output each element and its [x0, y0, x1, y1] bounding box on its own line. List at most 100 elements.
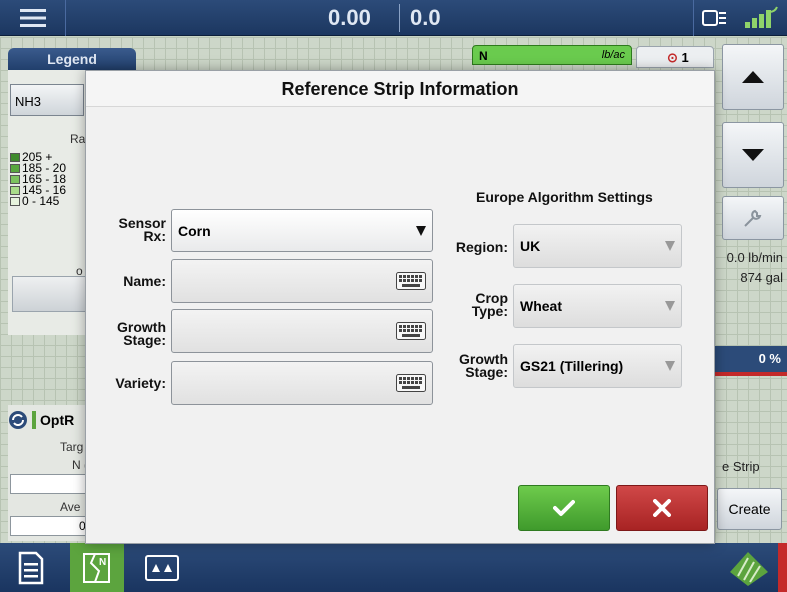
split-view-button[interactable] — [135, 543, 189, 592]
crop-type-label: Crop Type: — [446, 291, 508, 319]
tank-volume: 874 gal — [740, 270, 783, 285]
accept-button[interactable] — [518, 485, 610, 531]
eu-growth-stage-value: GS21 (Tillering) — [520, 358, 624, 374]
crop-type-select[interactable]: Wheat — [513, 284, 682, 328]
sync-icon — [9, 411, 27, 429]
arrow-down-icon — [742, 149, 764, 161]
gps-signal-icon — [745, 6, 779, 28]
wrench-icon — [744, 209, 762, 227]
n-rate-tab[interactable]: N lb/ac — [472, 45, 632, 65]
dropdown-caret-icon — [665, 241, 675, 251]
legend-list: 205 + 185 - 20 165 - 18 145 - 16 0 - 145 — [10, 152, 86, 207]
region-label: Region: — [455, 239, 508, 255]
eu-growth-stage-label-line2: Stage: — [465, 364, 508, 380]
field-map-button[interactable]: N — [70, 543, 124, 592]
alert-tab[interactable]: ⊙ 1 — [636, 46, 714, 68]
crop-field-icon — [730, 551, 768, 586]
reports-button[interactable] — [4, 543, 58, 592]
arrow-up-icon — [742, 71, 764, 83]
display-icon — [701, 10, 726, 26]
left-panel-button[interactable] — [12, 276, 86, 312]
dropdown-caret-icon — [665, 361, 675, 371]
legend-swatch — [10, 186, 20, 195]
alert-count: 1 — [681, 50, 689, 65]
field-north-icon: N — [83, 552, 110, 583]
dropdown-caret-icon — [416, 225, 426, 236]
eu-growth-stage-select[interactable]: GS21 (Tillering) — [513, 344, 682, 388]
legend-swatch — [10, 197, 20, 206]
region-select[interactable]: UK — [513, 224, 682, 268]
legend-item: 0 - 145 — [10, 196, 86, 207]
strip-label: e Strip — [722, 459, 760, 474]
legend-swatch — [10, 175, 20, 184]
legend-item: 185 - 20 — [10, 163, 86, 174]
svg-text:N: N — [99, 557, 106, 568]
optrx-header: OptR — [8, 410, 74, 430]
close-icon — [653, 499, 671, 517]
legend-item-label: 185 - 20 — [22, 163, 67, 174]
optrx-target-box — [10, 474, 90, 494]
region-value: UK — [520, 238, 541, 254]
optrx-average-box: 0 — [10, 516, 90, 536]
name-label: Name: — [123, 273, 166, 289]
legend-tab[interactable]: Legend — [8, 48, 136, 70]
top-status-bar: 0.00 0.0 — [0, 0, 787, 36]
sensor-rx-label-line2: Rx: — [143, 228, 166, 244]
europe-algorithm-heading: Europe Algorithm Settings — [476, 189, 653, 205]
keyboard-icon[interactable] — [396, 272, 426, 290]
cancel-button[interactable] — [616, 485, 708, 531]
variety-field[interactable] — [171, 361, 433, 405]
field-operations-button[interactable] — [722, 543, 776, 592]
top-divider — [399, 4, 400, 32]
legend-item-label: 145 - 16 — [22, 185, 67, 196]
dropdown-caret-icon — [665, 301, 675, 311]
eu-growth-stage-label: Growth Stage: — [446, 352, 508, 380]
product-button[interactable]: NH3 — [10, 84, 84, 116]
legend-item-label: 165 - 18 — [22, 174, 67, 185]
percent-bar-red — [714, 372, 787, 376]
legend-item: 205 + — [10, 152, 86, 163]
optrx-target-label: Targ — [60, 440, 84, 454]
legend-item: 165 - 18 — [10, 174, 86, 185]
crop-type-label-line2: Type: — [471, 303, 508, 319]
n-tab-label: N — [479, 49, 488, 63]
gps-status-area[interactable] — [693, 0, 787, 36]
menu-button[interactable] — [0, 0, 66, 36]
settings-wrench-button[interactable] — [722, 196, 784, 240]
scroll-down-button[interactable] — [722, 122, 784, 188]
variety-label: Variety: — [115, 375, 166, 391]
document-icon — [18, 551, 44, 584]
keyboard-icon[interactable] — [396, 374, 426, 392]
menu-icon — [19, 9, 46, 27]
alert-icon: ⊙ — [667, 50, 678, 65]
checkmark-icon — [553, 500, 575, 516]
split-view-icon — [145, 554, 179, 581]
name-field[interactable] — [171, 259, 433, 303]
legend-item-label: 205 + — [22, 152, 53, 163]
growth-stage-field[interactable] — [171, 309, 433, 353]
scroll-up-button[interactable] — [722, 44, 784, 110]
crop-type-value: Wheat — [520, 298, 562, 314]
optrx-average-label: Ave — [60, 500, 81, 514]
sensor-rx-value: Corn — [178, 222, 211, 239]
sensor-rx-select[interactable]: Corn — [171, 209, 433, 252]
sensor-rx-label: Sensor Rx: — [112, 216, 166, 244]
optrx-status-bar — [32, 411, 36, 429]
legend-swatch — [10, 164, 20, 173]
legend-item: 145 - 16 — [10, 185, 86, 196]
reference-strip-dialog: Reference Strip Information Sensor Rx: C… — [85, 70, 715, 544]
keyboard-icon[interactable] — [396, 322, 426, 340]
dialog-title: Reference Strip Information — [86, 71, 714, 107]
growth-stage-label-line2: Stage: — [123, 332, 166, 348]
application-rate: 0.0 lb/min — [726, 250, 783, 265]
percent-bar: 0 % — [714, 346, 787, 372]
alarm-edge-indicator — [778, 543, 787, 592]
top-readout-left: 0.00 — [328, 5, 371, 30]
legend-swatch — [10, 153, 20, 162]
create-button[interactable]: Create — [717, 488, 782, 530]
legend-item-label: 0 - 145 — [22, 196, 60, 207]
growth-stage-label: Growth Stage: — [96, 320, 166, 348]
legend-rate-label: Ra — [70, 132, 86, 146]
optrx-title: OptR — [40, 412, 75, 428]
top-readout-right: 0.0 — [410, 5, 441, 30]
